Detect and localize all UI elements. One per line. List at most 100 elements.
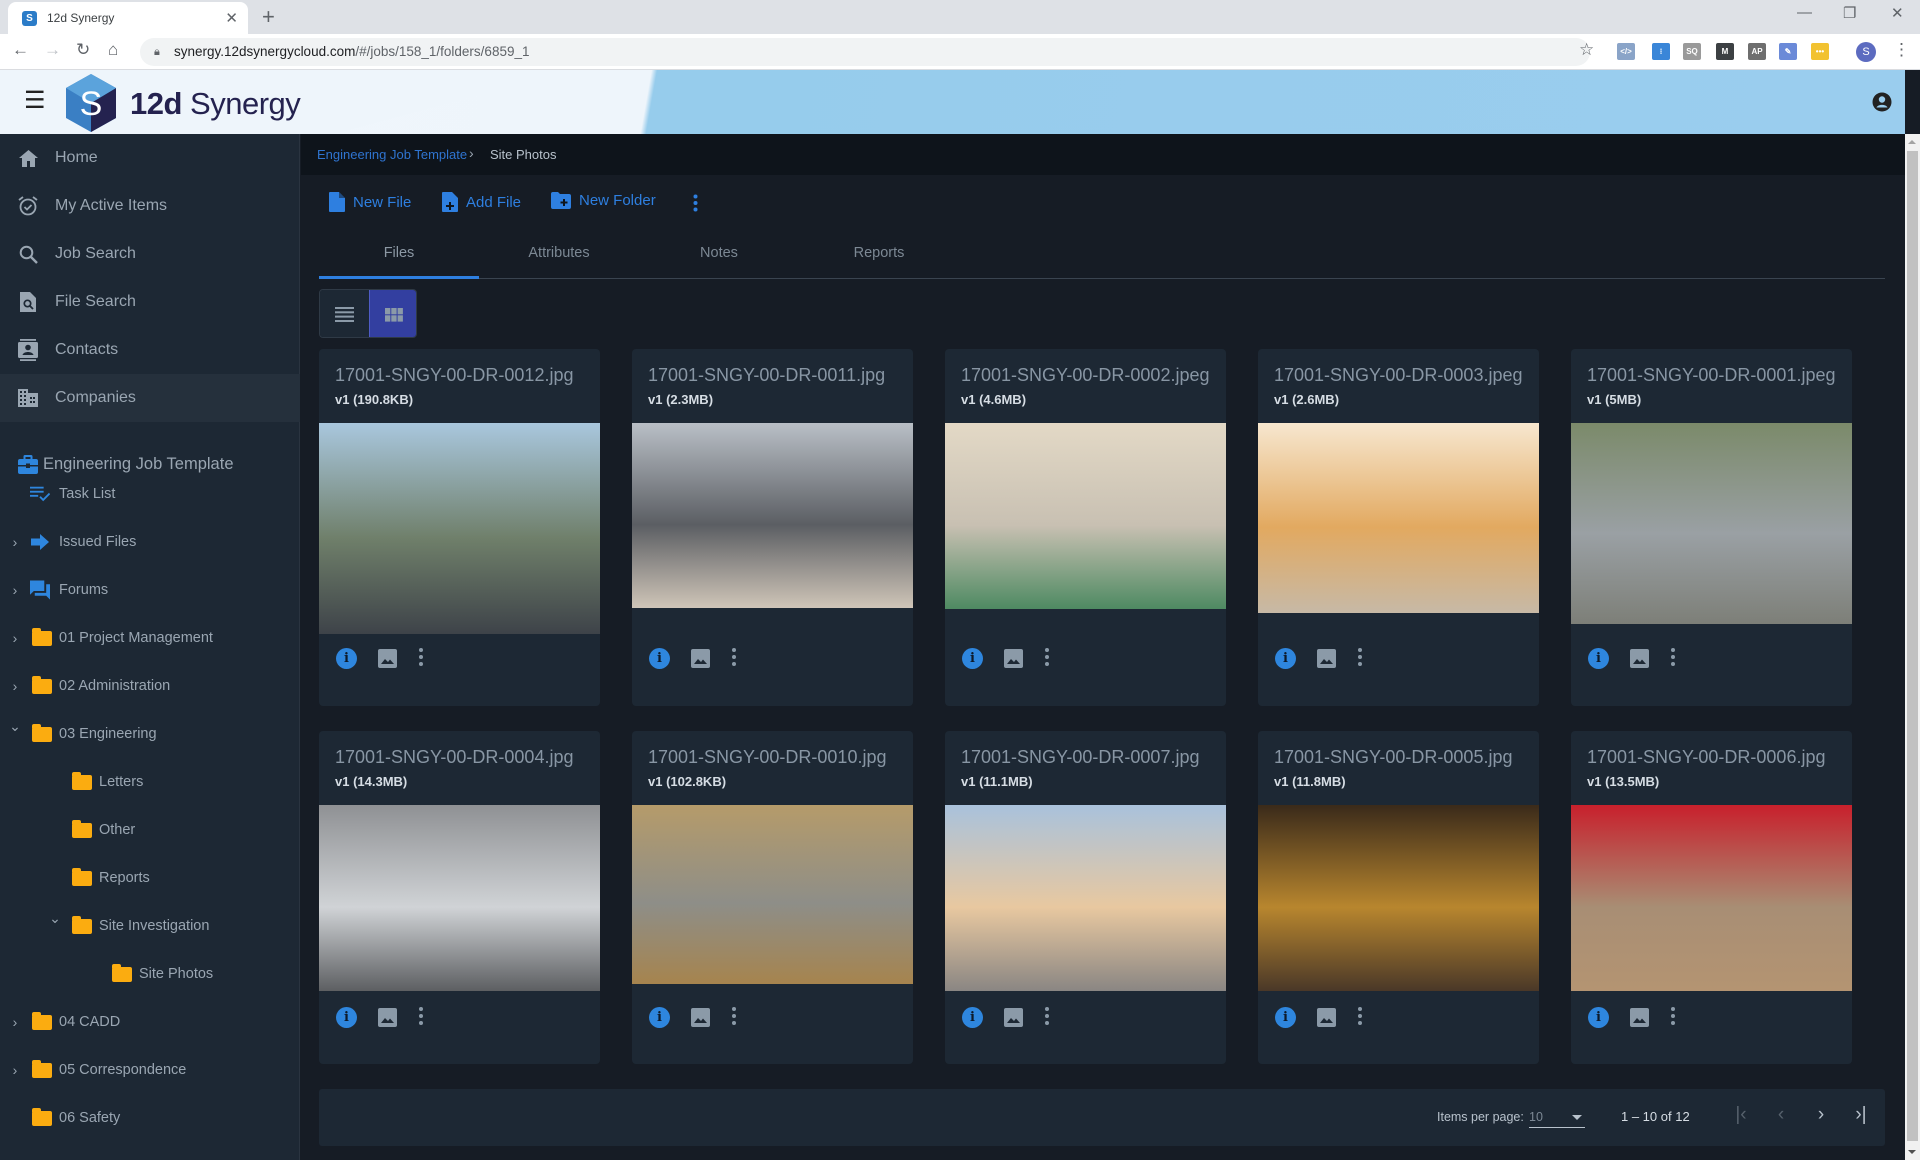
more-vert-icon[interactable] (1045, 648, 1049, 668)
info-icon[interactable]: i (1275, 1007, 1296, 1028)
file-thumbnail[interactable] (945, 805, 1226, 991)
chevron-right-icon[interactable]: › (9, 1014, 21, 1030)
chevron-down-icon[interactable]: ⌄ (49, 910, 61, 927)
hamburger-menu-icon[interactable]: ☰ (24, 89, 46, 113)
file-name[interactable]: 17001-SNGY-00-DR-0002.jpeg (961, 365, 1209, 386)
forward-icon[interactable]: → (44, 40, 61, 60)
file-card[interactable]: 17001-SNGY-00-DR-0011.jpg v1 (2.3MB) i (632, 349, 913, 706)
file-thumbnail[interactable] (632, 423, 913, 608)
more-vert-icon[interactable] (732, 1007, 736, 1027)
scrollbar-thumb[interactable] (1907, 151, 1918, 1141)
file-thumbnail[interactable] (1571, 423, 1852, 624)
chevron-right-icon[interactable]: › (9, 630, 21, 646)
new-tab-button[interactable]: + (262, 4, 275, 30)
image-preview-icon[interactable] (1004, 1008, 1023, 1027)
file-name[interactable]: 17001-SNGY-00-DR-0001.jpeg (1587, 365, 1835, 386)
tab-files[interactable]: Files (319, 235, 479, 279)
file-name[interactable]: 17001-SNGY-00-DR-0010.jpg (648, 747, 886, 768)
chevron-down-icon[interactable]: ⌄ (9, 718, 21, 735)
chevron-right-icon[interactable]: › (9, 1062, 21, 1078)
sidebar-item-file-search[interactable]: File Search (0, 278, 300, 326)
seo-extension-icon[interactable]: SQ (1683, 43, 1701, 60)
image-preview-icon[interactable] (691, 649, 710, 668)
file-card[interactable]: 17001-SNGY-00-DR-0001.jpeg v1 (5MB) i (1571, 349, 1852, 706)
last-page-button[interactable]: ›| (1849, 1104, 1873, 1126)
tree-item-01-project-management[interactable]: › 01 Project Management (0, 614, 300, 662)
more-vert-icon[interactable] (732, 648, 736, 668)
more-vert-icon[interactable] (1358, 648, 1362, 668)
sidebar-item-contacts[interactable]: Contacts (0, 326, 300, 374)
chevron-right-icon[interactable]: › (9, 582, 21, 598)
scroll-down-icon[interactable] (1908, 1150, 1916, 1154)
tree-item-site-investigation[interactable]: ⌄ Site Investigation (0, 902, 300, 950)
tree-item-04-cadd[interactable]: › 04 CADD (0, 998, 300, 1046)
tree-item-05-correspondence[interactable]: › 05 Correspondence (0, 1046, 300, 1094)
more-vert-icon[interactable] (419, 1007, 423, 1027)
sidebar-item-home[interactable]: Home (0, 134, 300, 182)
restore-icon[interactable]: ❐ (1843, 4, 1856, 22)
info-icon[interactable]: i (962, 1007, 983, 1028)
browser-tab[interactable]: S 12d Synergy ✕ (8, 2, 248, 34)
breadcrumb-parent-link[interactable]: Engineering Job Template (317, 147, 467, 162)
info-icon[interactable]: i (962, 648, 983, 669)
file-thumbnail[interactable] (945, 423, 1226, 609)
image-preview-icon[interactable] (378, 649, 397, 668)
new-file-button[interactable]: New File (329, 192, 411, 212)
file-card[interactable]: 17001-SNGY-00-DR-0002.jpeg v1 (4.6MB) i (945, 349, 1226, 706)
file-card[interactable]: 17001-SNGY-00-DR-0010.jpg v1 (102.8KB) i (632, 731, 913, 1064)
browser-menu-icon[interactable]: ⋮ (1893, 40, 1910, 60)
grid-view-button[interactable] (369, 290, 416, 337)
tree-item-other[interactable]: Other (0, 806, 300, 854)
first-page-button[interactable]: |‹ (1729, 1104, 1753, 1126)
sidebar-item-companies[interactable]: Companies (0, 374, 300, 422)
tree-item-reports[interactable]: Reports (0, 854, 300, 902)
chevron-right-icon[interactable]: › (9, 678, 21, 694)
back-icon[interactable]: ← (12, 40, 29, 60)
url-input[interactable]: 🔒︎ synergy.12dsynergycloud.com/#/jobs/15… (140, 38, 1590, 66)
tree-item-03-engineering[interactable]: ⌄ 03 Engineering (0, 710, 300, 758)
tab-attributes[interactable]: Attributes (479, 235, 639, 279)
more-vert-icon[interactable] (1671, 648, 1675, 668)
info-icon[interactable]: i (336, 1007, 357, 1028)
info-icon[interactable]: i (1588, 648, 1609, 669)
close-tab-icon[interactable]: ✕ (225, 9, 238, 27)
minimize-icon[interactable]: — (1797, 4, 1812, 21)
file-thumbnail[interactable] (319, 423, 600, 634)
file-card[interactable]: 17001-SNGY-00-DR-0007.jpg v1 (11.1MB) i (945, 731, 1226, 1064)
tree-item-task-list[interactable]: Task List (0, 470, 300, 518)
reload-icon[interactable]: ↻ (76, 40, 90, 60)
previous-page-button[interactable]: ‹ (1769, 1104, 1793, 1126)
new-folder-button[interactable]: New Folder (551, 192, 656, 209)
tree-item-letters[interactable]: Letters (0, 758, 300, 806)
list-view-button[interactable] (320, 290, 369, 337)
m-extension-icon[interactable]: M (1716, 43, 1734, 60)
image-preview-icon[interactable] (1630, 649, 1649, 668)
next-page-button[interactable]: › (1809, 1104, 1833, 1126)
file-name[interactable]: 17001-SNGY-00-DR-0006.jpg (1587, 747, 1825, 768)
items-per-page-select[interactable]: 10 (1529, 1106, 1585, 1128)
file-card[interactable]: 17001-SNGY-00-DR-0003.jpeg v1 (2.6MB) i (1258, 349, 1539, 706)
file-name[interactable]: 17001-SNGY-00-DR-0003.jpeg (1274, 365, 1522, 386)
more-vert-icon[interactable] (1045, 1007, 1049, 1027)
tree-item-02-administration[interactable]: › 02 Administration (0, 662, 300, 710)
tag-extension-icon[interactable]: ⁝ (1652, 43, 1670, 60)
file-thumbnail[interactable] (1258, 423, 1539, 613)
file-card[interactable]: 17001-SNGY-00-DR-0004.jpg v1 (14.3MB) i (319, 731, 600, 1064)
window-close-icon[interactable]: ✕ (1891, 4, 1904, 22)
image-preview-icon[interactable] (1004, 649, 1023, 668)
file-card[interactable]: 17001-SNGY-00-DR-0005.jpg v1 (11.8MB) i (1258, 731, 1539, 1064)
tab-notes[interactable]: Notes (639, 235, 799, 279)
info-icon[interactable]: i (1588, 1007, 1609, 1028)
file-card[interactable]: 17001-SNGY-00-DR-0006.jpg v1 (13.5MB) i (1571, 731, 1852, 1064)
image-preview-icon[interactable] (1317, 649, 1336, 668)
ap-extension-icon[interactable]: AP (1748, 43, 1766, 60)
chevron-right-icon[interactable]: › (9, 534, 21, 550)
image-preview-icon[interactable] (691, 1008, 710, 1027)
info-icon[interactable]: i (336, 648, 357, 669)
info-icon[interactable]: i (649, 1007, 670, 1028)
more-vert-icon[interactable] (1671, 1007, 1675, 1027)
profile-avatar[interactable]: S (1856, 42, 1876, 62)
more-vert-icon[interactable] (419, 648, 423, 668)
file-thumbnail[interactable] (632, 805, 913, 984)
file-name[interactable]: 17001-SNGY-00-DR-0007.jpg (961, 747, 1199, 768)
